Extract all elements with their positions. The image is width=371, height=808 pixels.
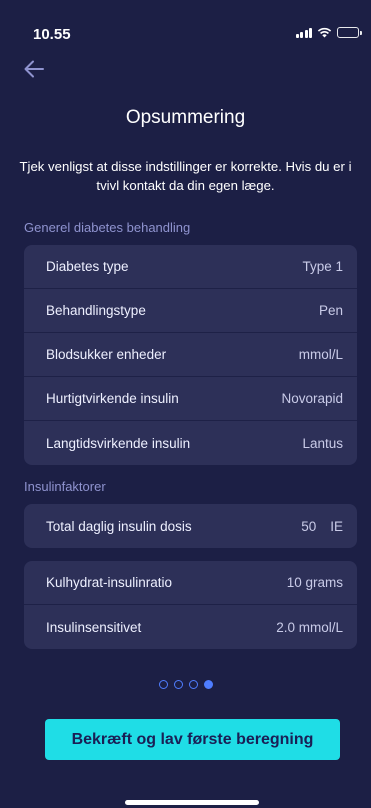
back-arrow-icon: [24, 60, 44, 78]
status-bar: 10.55: [0, 0, 371, 44]
row-value: Novorapid: [281, 391, 343, 406]
page-dot: [158, 680, 168, 689]
settings-row-rapid-insulin: Hurtigtvirkende insulin Novorapid: [24, 377, 357, 421]
general-settings-card: Diabetes type Type 1 Behandlingstype Pen…: [24, 245, 357, 465]
settings-row-glucose-units: Blodsukker enheder mmol/L: [24, 333, 357, 377]
total-dose-value: 50: [301, 518, 317, 534]
page-dot-active: [203, 680, 213, 689]
page-indicator: [0, 680, 371, 689]
row-label: Blodsukker enheder: [46, 347, 167, 362]
section-label-general: Generel diabetes behandling: [24, 220, 191, 235]
row-value: 50 IE: [301, 519, 343, 534]
settings-row-carb-ratio: Kulhydrat-insulinratio 10 grams: [24, 561, 357, 605]
settings-row-treatment-type: Behandlingstype Pen: [24, 289, 357, 333]
row-label: Insulinsensitivet: [46, 619, 142, 635]
confirm-button[interactable]: Bekræft og lav første beregning: [45, 719, 340, 760]
settings-row-total-dose: Total daglig insulin dosis 50 IE: [24, 504, 357, 548]
insulin-factors-card: Kulhydrat-insulinratio 10 grams Insulins…: [24, 561, 357, 649]
page-dot: [188, 680, 198, 689]
row-label: Hurtigtvirkende insulin: [46, 391, 179, 406]
home-indicator: [125, 800, 259, 805]
row-label: Behandlingstype: [46, 303, 146, 318]
row-label: Kulhydrat-insulinratio: [46, 575, 173, 590]
row-value: Lantus: [302, 435, 343, 451]
battery-icon: [337, 27, 362, 38]
settings-row-long-insulin: Langtidsvirkende insulin Lantus: [24, 421, 357, 465]
settings-row-insulin-sensitivity: Insulinsensitivet 2.0 mmol/L: [24, 605, 357, 649]
back-button[interactable]: [24, 60, 48, 80]
wifi-icon: [317, 27, 332, 38]
row-label: Diabetes type: [46, 259, 129, 274]
status-time: 10.55: [33, 26, 71, 43]
row-label: Langtidsvirkende insulin: [46, 435, 191, 451]
row-value: 2.0 mmol/L: [276, 619, 343, 635]
total-dose-card: Total daglig insulin dosis 50 IE: [24, 504, 357, 548]
row-value: mmol/L: [298, 347, 343, 362]
row-value: 10 grams: [286, 575, 343, 590]
section-label-insulin: Insulinfaktorer: [24, 479, 106, 494]
intro-text: Tjek venligst at disse indstillinger er …: [19, 159, 352, 193]
total-dose-unit: IE: [330, 518, 343, 534]
status-icons: [295, 27, 362, 38]
settings-row-diabetes-type: Diabetes type Type 1: [24, 245, 357, 289]
row-value: Pen: [318, 303, 343, 318]
page-dot: [173, 680, 183, 689]
page-title: Opsummering: [125, 107, 246, 128]
signal-icon: [295, 27, 312, 38]
row-value: Type 1: [302, 259, 343, 274]
row-label: Total daglig insulin dosis: [46, 518, 192, 534]
